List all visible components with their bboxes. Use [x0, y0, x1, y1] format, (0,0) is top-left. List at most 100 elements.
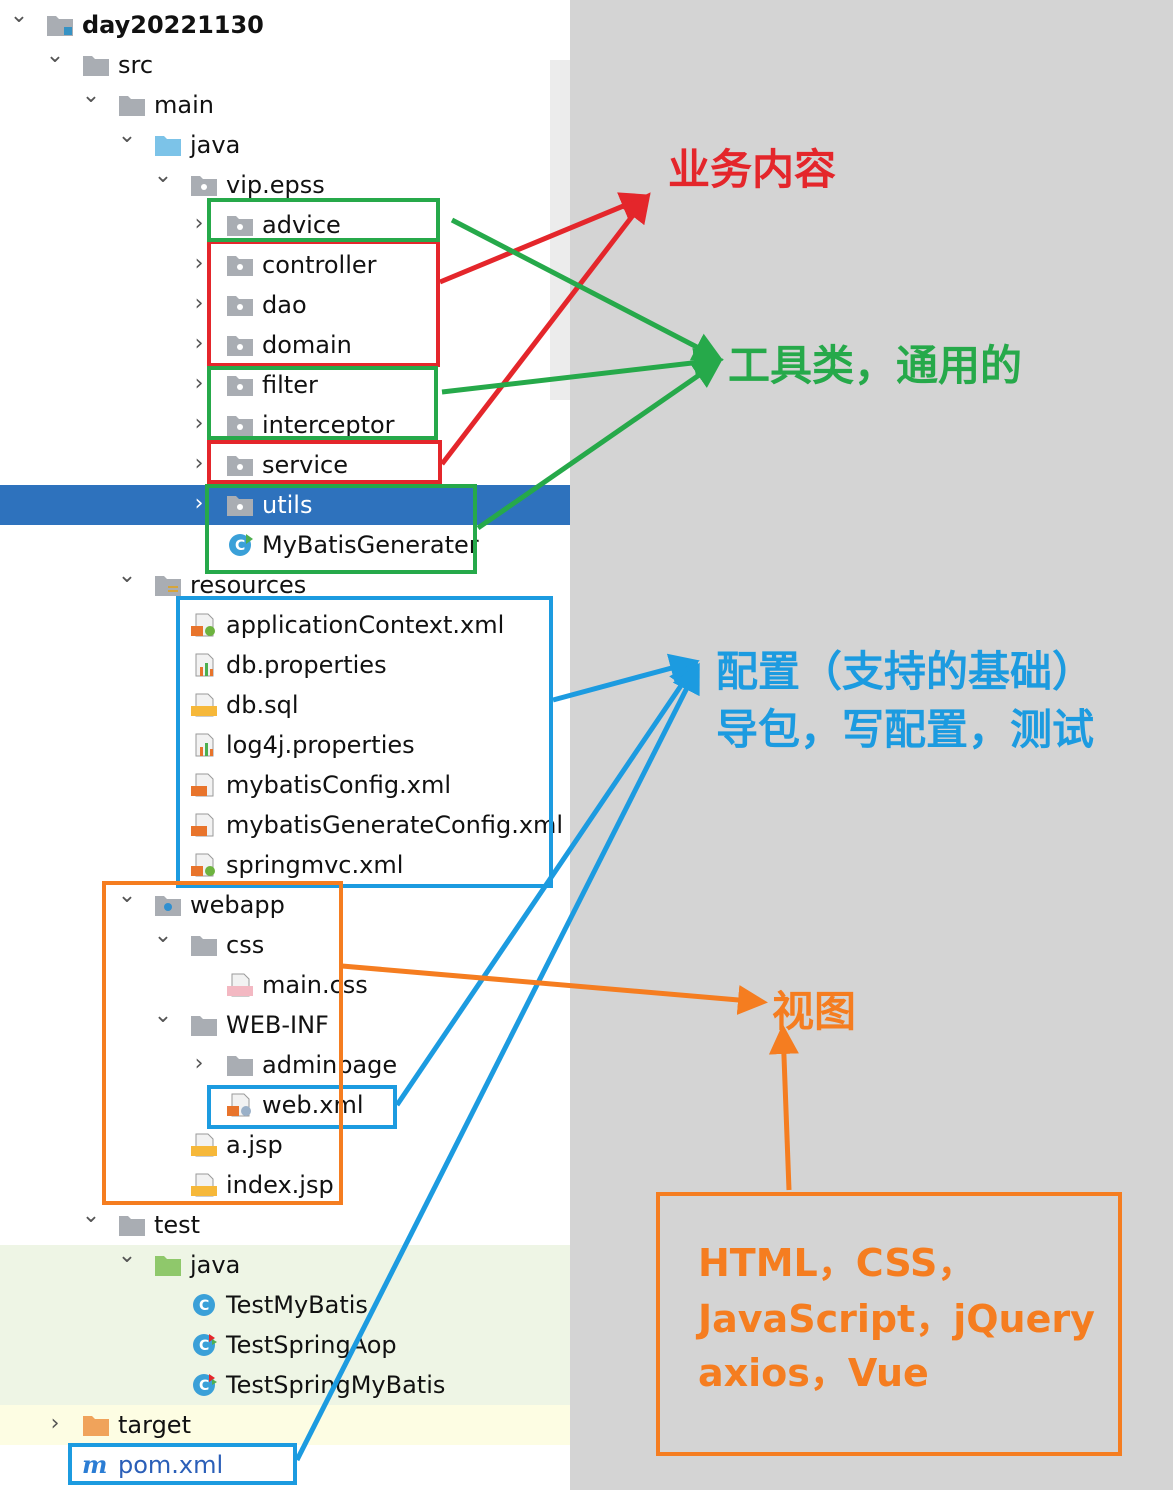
tree-item-vip-epss[interactable]: ⌄ vip.epss: [0, 165, 570, 205]
tree-item-label: java: [190, 131, 241, 159]
tree-item-label: TestSpringAop: [226, 1331, 397, 1359]
tree-item-src[interactable]: ⌄ src: [0, 45, 570, 85]
tree-item-pom-xml[interactable]: m pom.xml: [0, 1445, 570, 1485]
annotation-business: 业务内容: [668, 145, 837, 194]
tree-item-webapp[interactable]: ⌄ webapp: [0, 885, 570, 925]
chevron-right-icon[interactable]: ›: [188, 293, 210, 315]
package-icon: [190, 173, 218, 197]
tree-item-db-properties[interactable]: db.properties: [0, 645, 570, 685]
chevron-right-icon[interactable]: ›: [188, 213, 210, 235]
tree-item-mybatisgenerater[interactable]: C MyBatisGenerater: [0, 525, 570, 565]
tree-item-main-css[interactable]: main.css: [0, 965, 570, 1005]
tree-item-label: mybatisConfig.xml: [226, 771, 451, 799]
tree-item-java[interactable]: ⌄ java: [0, 1245, 570, 1285]
chevron-right-icon[interactable]: ›: [188, 413, 210, 435]
tree-item-label: java: [190, 1251, 241, 1279]
tree-item-web-xml[interactable]: web.xml: [0, 1085, 570, 1125]
tree-item-filter[interactable]: › filter: [0, 365, 570, 405]
tree-item-label: target: [118, 1411, 191, 1439]
tree-item-adminpage[interactable]: › adminpage: [0, 1045, 570, 1085]
tree-item-domain[interactable]: › domain: [0, 325, 570, 365]
test-class-icon: C: [190, 1333, 218, 1357]
test-class-icon: C: [190, 1373, 218, 1397]
tree-item-label: controller: [262, 251, 377, 279]
tree-item-db-sql[interactable]: db.sql: [0, 685, 570, 725]
tree-item-java[interactable]: ⌄ java: [0, 125, 570, 165]
tree-item-testspringaop[interactable]: C TestSpringAop: [0, 1325, 570, 1365]
tree-item-label: applicationContext.xml: [226, 611, 505, 639]
chevron-down-icon[interactable]: ⌄: [116, 1245, 138, 1267]
chevron-down-icon[interactable]: ⌄: [80, 85, 102, 107]
chevron-right-icon[interactable]: ›: [188, 1053, 210, 1075]
svg-text:C: C: [199, 1338, 209, 1354]
annotation-config-line2: 导包，写配置，测试: [716, 705, 1095, 754]
jsp-file-icon: [190, 1173, 218, 1197]
chevron-down-icon[interactable]: ⌄: [8, 5, 30, 27]
tree-item-interceptor[interactable]: › interceptor: [0, 405, 570, 445]
tree-item-day20221130[interactable]: ⌄ day20221130: [0, 5, 570, 45]
tree-item-mybatisconfig-xml[interactable]: mybatisConfig.xml: [0, 765, 570, 805]
tree-item-label: adminpage: [262, 1051, 398, 1079]
sql-file-icon: [190, 693, 218, 717]
jsp-file-icon: [190, 1133, 218, 1157]
tree-item-label: db.properties: [226, 651, 387, 679]
css-file-icon: [226, 973, 254, 997]
tree-item-label: TestSpringMyBatis: [226, 1371, 446, 1399]
tree-item-web-inf[interactable]: ⌄ WEB-INF: [0, 1005, 570, 1045]
tree-item-applicationcontext-xml[interactable]: applicationContext.xml: [0, 605, 570, 645]
package-icon: [226, 213, 254, 237]
tree-item-label: utils: [262, 491, 313, 519]
package-icon: [226, 253, 254, 277]
properties-file-icon: [190, 653, 218, 677]
svg-text:m: m: [82, 1453, 107, 1477]
chevron-right-icon[interactable]: ›: [188, 453, 210, 475]
chevron-down-icon[interactable]: ⌄: [80, 1205, 102, 1227]
package-icon: [226, 333, 254, 357]
tree-item-controller[interactable]: › controller: [0, 245, 570, 285]
tree-item-label: day20221130: [82, 11, 264, 39]
tree-item-mybatisgenerateconfig-xml[interactable]: mybatisGenerateConfig.xml: [0, 805, 570, 845]
runnable-class-icon: C: [226, 533, 254, 557]
package-icon: [226, 293, 254, 317]
tree-item-index-jsp[interactable]: index.jsp: [0, 1165, 570, 1205]
tree-item-log4j-properties[interactable]: log4j.properties: [0, 725, 570, 765]
chevron-down-icon[interactable]: ⌄: [116, 885, 138, 907]
chevron-down-icon[interactable]: ⌄: [152, 925, 174, 947]
web-folder-icon: [154, 893, 182, 917]
tree-item-label: a.jsp: [226, 1131, 283, 1159]
tree-item-testmybatis[interactable]: C TestMyBatis: [0, 1285, 570, 1325]
tree-item-label: vip.epss: [226, 171, 325, 199]
tree-item-dao[interactable]: › dao: [0, 285, 570, 325]
tree-scrollbar[interactable]: [550, 60, 570, 400]
chevron-right-icon[interactable]: ›: [188, 373, 210, 395]
web-xml-file-icon: [226, 1093, 254, 1117]
chevron-right-icon[interactable]: ›: [188, 493, 210, 515]
chevron-right-icon[interactable]: ›: [188, 253, 210, 275]
chevron-down-icon[interactable]: ⌄: [116, 125, 138, 147]
tree-item-springmvc-xml[interactable]: springmvc.xml: [0, 845, 570, 885]
tree-item-test[interactable]: ⌄ test: [0, 1205, 570, 1245]
tree-item-label: main.css: [262, 971, 368, 999]
tree-item-css[interactable]: ⌄ css: [0, 925, 570, 965]
chevron-down-icon[interactable]: ⌄: [152, 165, 174, 187]
chevron-down-icon[interactable]: ⌄: [44, 45, 66, 67]
tree-item-service[interactable]: › service: [0, 445, 570, 485]
spring-xml-file-icon: [190, 613, 218, 637]
tree-item-advice[interactable]: › advice: [0, 205, 570, 245]
chevron-down-icon[interactable]: ⌄: [116, 565, 138, 587]
tree-item-testspringmybatis[interactable]: C TestSpringMyBatis: [0, 1365, 570, 1405]
chevron-right-icon[interactable]: ›: [44, 1413, 66, 1435]
package-icon: [226, 453, 254, 477]
resources-folder-icon: [154, 573, 182, 597]
svg-text:C: C: [199, 1378, 209, 1394]
tree-item-utils[interactable]: › utils: [0, 485, 570, 525]
tree-item-main[interactable]: ⌄ main: [0, 85, 570, 125]
module-folder-icon: [46, 13, 74, 37]
package-icon: [226, 413, 254, 437]
chevron-right-icon[interactable]: ›: [188, 333, 210, 355]
tree-item-target[interactable]: › target: [0, 1405, 570, 1445]
tree-item-resources[interactable]: ⌄ resources: [0, 565, 570, 605]
chevron-down-icon[interactable]: ⌄: [152, 1005, 174, 1027]
project-tree-panel: ⌄ day20221130 ⌄ src ⌄ main ⌄ java ⌄ vip.epss › advi…: [0, 0, 570, 1490]
tree-item-a-jsp[interactable]: a.jsp: [0, 1125, 570, 1165]
